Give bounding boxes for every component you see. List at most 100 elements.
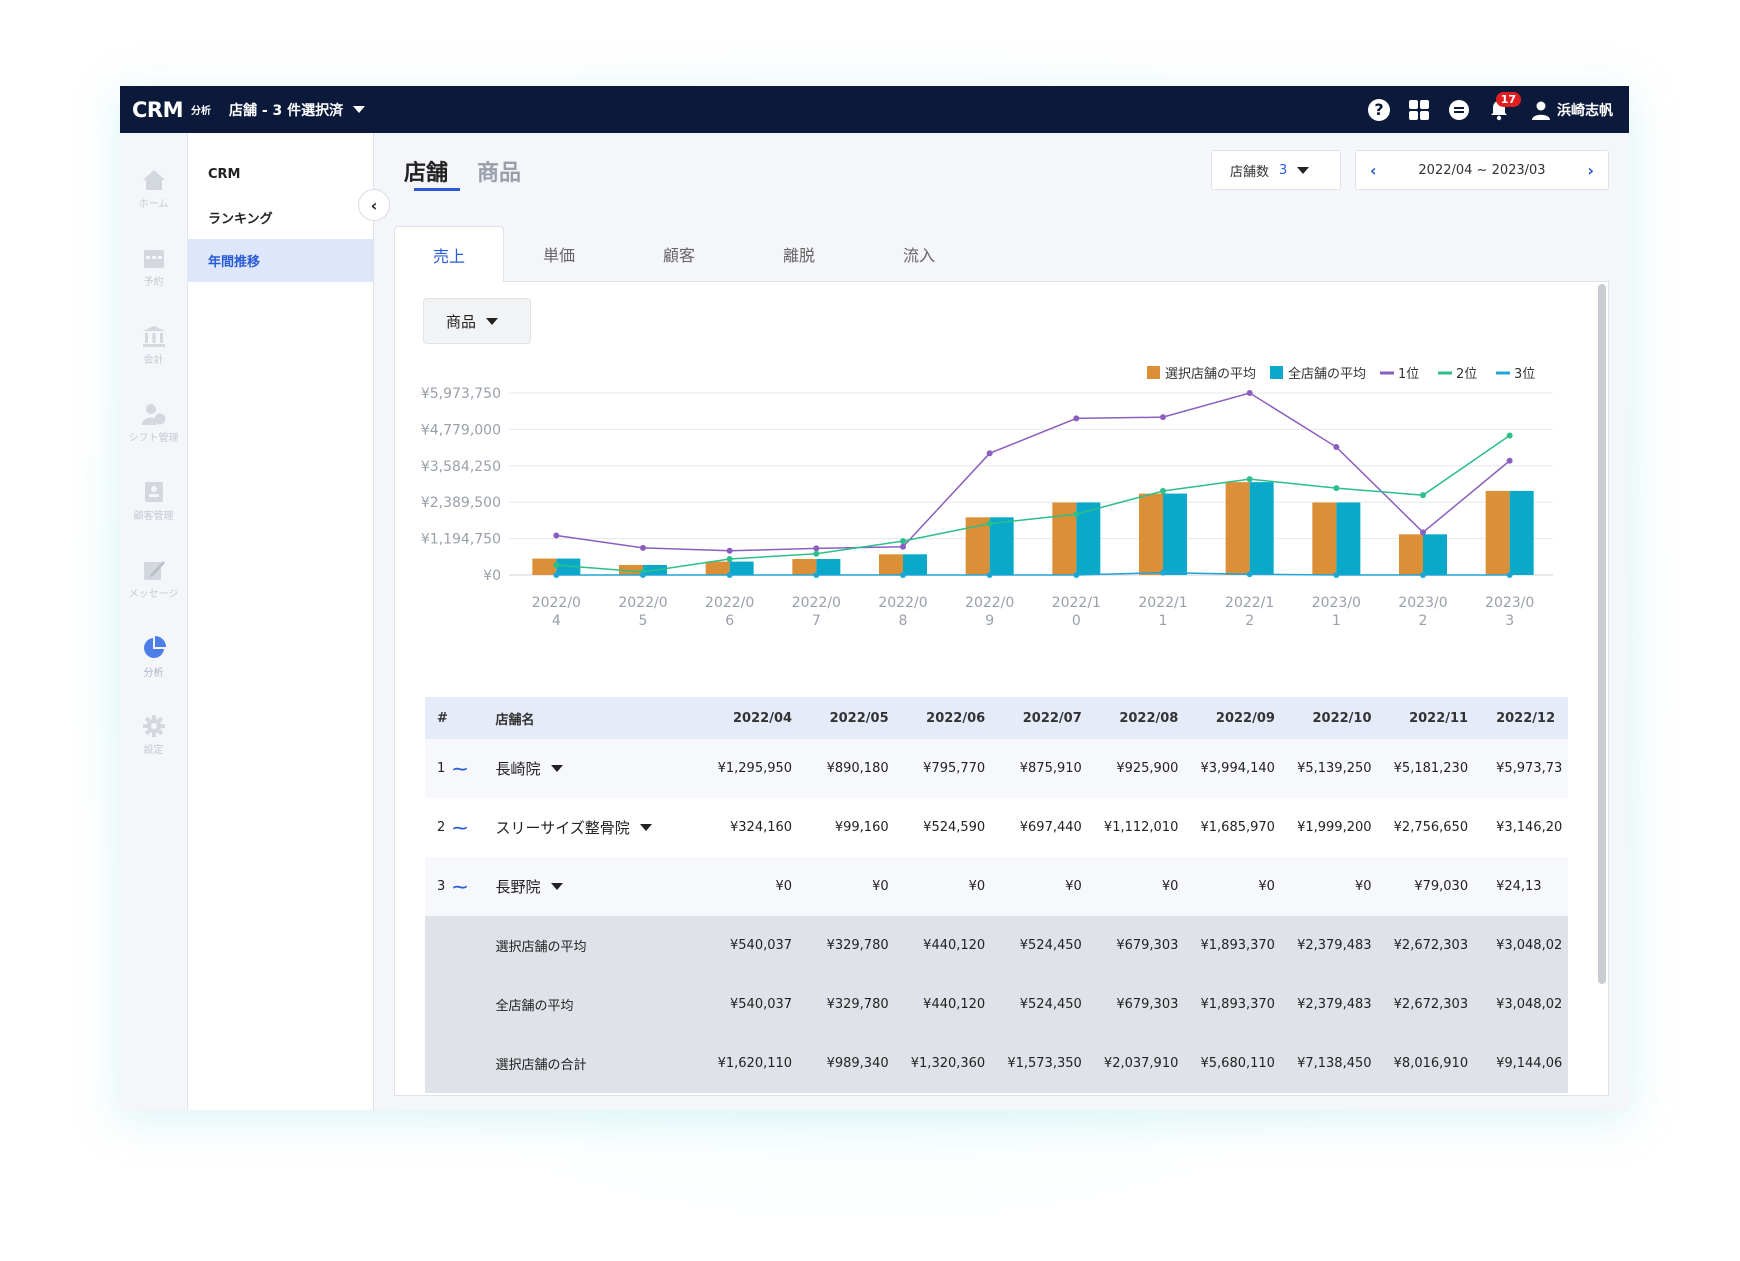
series-line bbox=[556, 434, 1511, 573]
x-tick-label: 2023/0 bbox=[1312, 595, 1361, 611]
rail-item-reservation[interactable]: 予約 bbox=[120, 228, 187, 306]
header-month: 2022/12 bbox=[1496, 710, 1556, 726]
x-tick-label: 2 bbox=[1245, 613, 1254, 629]
data-point bbox=[986, 520, 993, 527]
chevron-left-icon: ‹ bbox=[370, 195, 378, 215]
summary-row: 選択店舗の合計 ¥1,620,110 ¥989,340 ¥1,320,360 ¥… bbox=[425, 1034, 1568, 1093]
x-tick-label: 9 bbox=[985, 613, 994, 629]
rail-label: 会計 bbox=[143, 354, 164, 366]
x-tick-label: 2023/0 bbox=[1485, 595, 1534, 611]
date-range-label[interactable]: 2022/04 ~ 2023/03 bbox=[1418, 163, 1545, 178]
rail-item-analytics[interactable]: 分析 bbox=[120, 618, 187, 696]
data-point bbox=[1073, 415, 1080, 422]
store-select-dropdown[interactable]: 店舗 - 3 件選択済 bbox=[229, 100, 366, 120]
vertical-scrollbar[interactable] bbox=[1598, 284, 1606, 984]
rail-item-customer[interactable]: 顧客管理 bbox=[120, 462, 187, 540]
cell-value: ¥0 bbox=[1065, 879, 1082, 894]
rail-label: 設定 bbox=[143, 744, 164, 756]
cell-value: ¥524,450 bbox=[1019, 997, 1082, 1012]
y-tick-label: ¥5,973,750 bbox=[421, 386, 501, 402]
bank-icon bbox=[142, 325, 165, 347]
apps-button[interactable] bbox=[1405, 96, 1433, 124]
cell-value: ¥1,112,010 bbox=[1103, 820, 1179, 835]
data-point bbox=[640, 572, 646, 578]
y-tick-label: ¥4,779,000 bbox=[421, 422, 501, 438]
next-period-button[interactable]: › bbox=[1587, 161, 1594, 180]
data-point bbox=[986, 450, 993, 457]
help-button[interactable]: ? bbox=[1365, 96, 1393, 124]
tab-store[interactable]: 店舗 bbox=[404, 155, 448, 187]
table-row[interactable]: 2 ⁓ スリーサイズ整骨院 ¥324,160 ¥99,160 ¥524,590 … bbox=[425, 798, 1568, 857]
rail-item-home[interactable]: ホーム bbox=[120, 150, 187, 228]
cell-value: ¥5,139,250 bbox=[1297, 761, 1372, 776]
tab-sales[interactable]: 売上 bbox=[394, 226, 504, 282]
cell-value: ¥2,672,303 bbox=[1393, 938, 1469, 953]
data-point bbox=[1246, 571, 1253, 578]
app-logo-sub: 分析 bbox=[190, 106, 211, 117]
trend-icon[interactable]: ⁓ bbox=[453, 878, 468, 896]
row-store-name-dropdown[interactable]: スリーサイズ整骨院 bbox=[488, 817, 708, 838]
summary-label: 全店舗の平均 bbox=[495, 999, 574, 1014]
summary-row: 全店舗の平均 ¥540,037 ¥329,780 ¥440,120 ¥524,4… bbox=[425, 975, 1568, 1034]
data-point bbox=[1333, 485, 1340, 492]
table-row[interactable]: 3 ⁓ 長野院 ¥0 ¥0 ¥0 ¥0 ¥0 ¥0 ¥0 ¥79,030 ¥24… bbox=[425, 857, 1568, 916]
chevron-down-icon bbox=[353, 106, 366, 113]
data-point bbox=[1160, 414, 1166, 421]
prev-period-button[interactable]: ‹ bbox=[1370, 161, 1377, 180]
top-right-actions: ? 17 浜崎志帆 bbox=[1353, 86, 1613, 133]
cell-value: ¥440,120 bbox=[923, 997, 986, 1012]
series-line bbox=[556, 392, 1511, 552]
app-logo[interactable]: CRM bbox=[132, 98, 183, 122]
collapse-sidebar-button[interactable]: ‹ bbox=[358, 189, 390, 221]
data-point bbox=[1420, 529, 1426, 536]
legend-label: 全店舗の平均 bbox=[1288, 366, 1366, 382]
cell-value: ¥0 bbox=[775, 879, 793, 894]
table-header-row: # 店舗名 2022/04 2022/05 2022/06 2022/07 20… bbox=[425, 697, 1568, 739]
sales-panel: 商品 ¥5,973,750 ¥4,779,000 ¥3,584,250 ¥2,389,… bbox=[394, 281, 1609, 1096]
cell-value: ¥989,340 bbox=[826, 1056, 889, 1071]
rail-item-accounting[interactable]: 会計 bbox=[120, 306, 187, 384]
tab-unit-price[interactable]: 単価 bbox=[504, 226, 614, 281]
notification-badge: 17 bbox=[1495, 91, 1521, 107]
data-point bbox=[813, 572, 820, 578]
rail-label: ホーム bbox=[138, 198, 169, 210]
chat-icon bbox=[1449, 99, 1469, 120]
rail-item-message[interactable]: メッセージ bbox=[120, 540, 187, 618]
subnav-item-crm[interactable]: CRM bbox=[188, 153, 373, 196]
data-point bbox=[1073, 511, 1080, 518]
product-select-dropdown[interactable]: 商品 bbox=[423, 298, 531, 344]
row-store-name-dropdown[interactable]: 長野院 bbox=[488, 876, 708, 897]
rail-item-shift[interactable]: シフト管理 bbox=[120, 384, 187, 462]
calendar-icon bbox=[143, 249, 164, 268]
user-menu[interactable]: 浜崎志帆 bbox=[1531, 96, 1613, 124]
store-count-select[interactable]: 店舗数 3 bbox=[1211, 150, 1341, 190]
bar bbox=[1249, 482, 1274, 575]
x-tick-label: 3 bbox=[1505, 613, 1514, 629]
chevron-down-icon bbox=[639, 824, 652, 831]
notifications-button[interactable]: 17 bbox=[1485, 91, 1521, 124]
y-tick-label: ¥1,194,750 bbox=[421, 532, 501, 548]
table-row[interactable]: 1 ⁓ 長崎院 ¥1,295,950 ¥890,180 ¥795,770 ¥87… bbox=[425, 739, 1568, 798]
bar bbox=[792, 559, 817, 575]
tab-inflow[interactable]: 流入 bbox=[864, 226, 974, 281]
metric-tabs: 売上 単価 顧客 離脱 流入 bbox=[394, 226, 1609, 282]
x-tick-label: 1 bbox=[1159, 613, 1168, 629]
trend-icon[interactable]: ⁓ bbox=[453, 819, 468, 837]
rail-label: 予約 bbox=[143, 276, 164, 288]
cell-value: ¥925,900 bbox=[1116, 761, 1179, 776]
subnav-item-annual-trend[interactable]: 年間推移 bbox=[188, 239, 373, 282]
tab-customers[interactable]: 顧客 bbox=[624, 226, 734, 281]
row-store-name-dropdown[interactable]: 長崎院 bbox=[488, 758, 708, 779]
analytics-card: 売上 単価 顧客 離脱 流入 商品 ¥5,973,750 ¥4,779,000 ¥3… bbox=[394, 226, 1609, 1096]
header-month: 2022/07 bbox=[1022, 710, 1082, 726]
row-rank: 3 bbox=[437, 879, 446, 894]
data-point bbox=[640, 544, 646, 551]
subnav-item-ranking[interactable]: ランキング bbox=[188, 196, 373, 239]
chat-button[interactable] bbox=[1445, 96, 1473, 124]
legend-label: 1位 bbox=[1398, 367, 1419, 382]
rail-item-settings[interactable]: 設定 bbox=[120, 696, 187, 774]
tab-product[interactable]: 商品 bbox=[477, 155, 521, 187]
x-tick-label: 2022/0 bbox=[705, 595, 754, 611]
tab-churn[interactable]: 離脱 bbox=[744, 226, 854, 281]
trend-icon[interactable]: ⁓ bbox=[453, 760, 468, 778]
